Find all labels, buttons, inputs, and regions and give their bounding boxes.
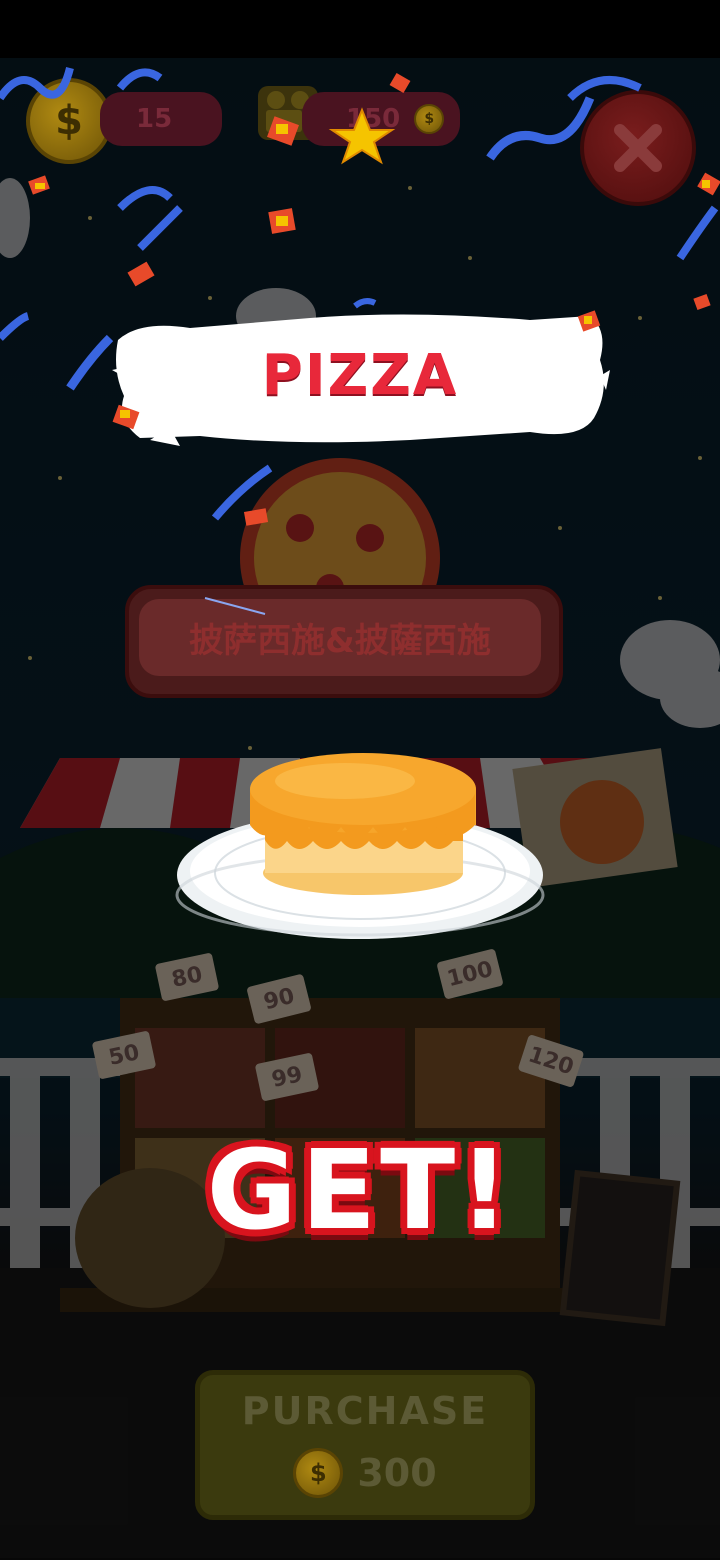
star-icon xyxy=(328,107,396,165)
confetti-effect xyxy=(0,66,720,615)
status-bar xyxy=(0,0,720,58)
game-screen: $ 15 150 $ 披萨西施&披薩西施 80 90 100 50 99 120… xyxy=(0,0,720,1560)
